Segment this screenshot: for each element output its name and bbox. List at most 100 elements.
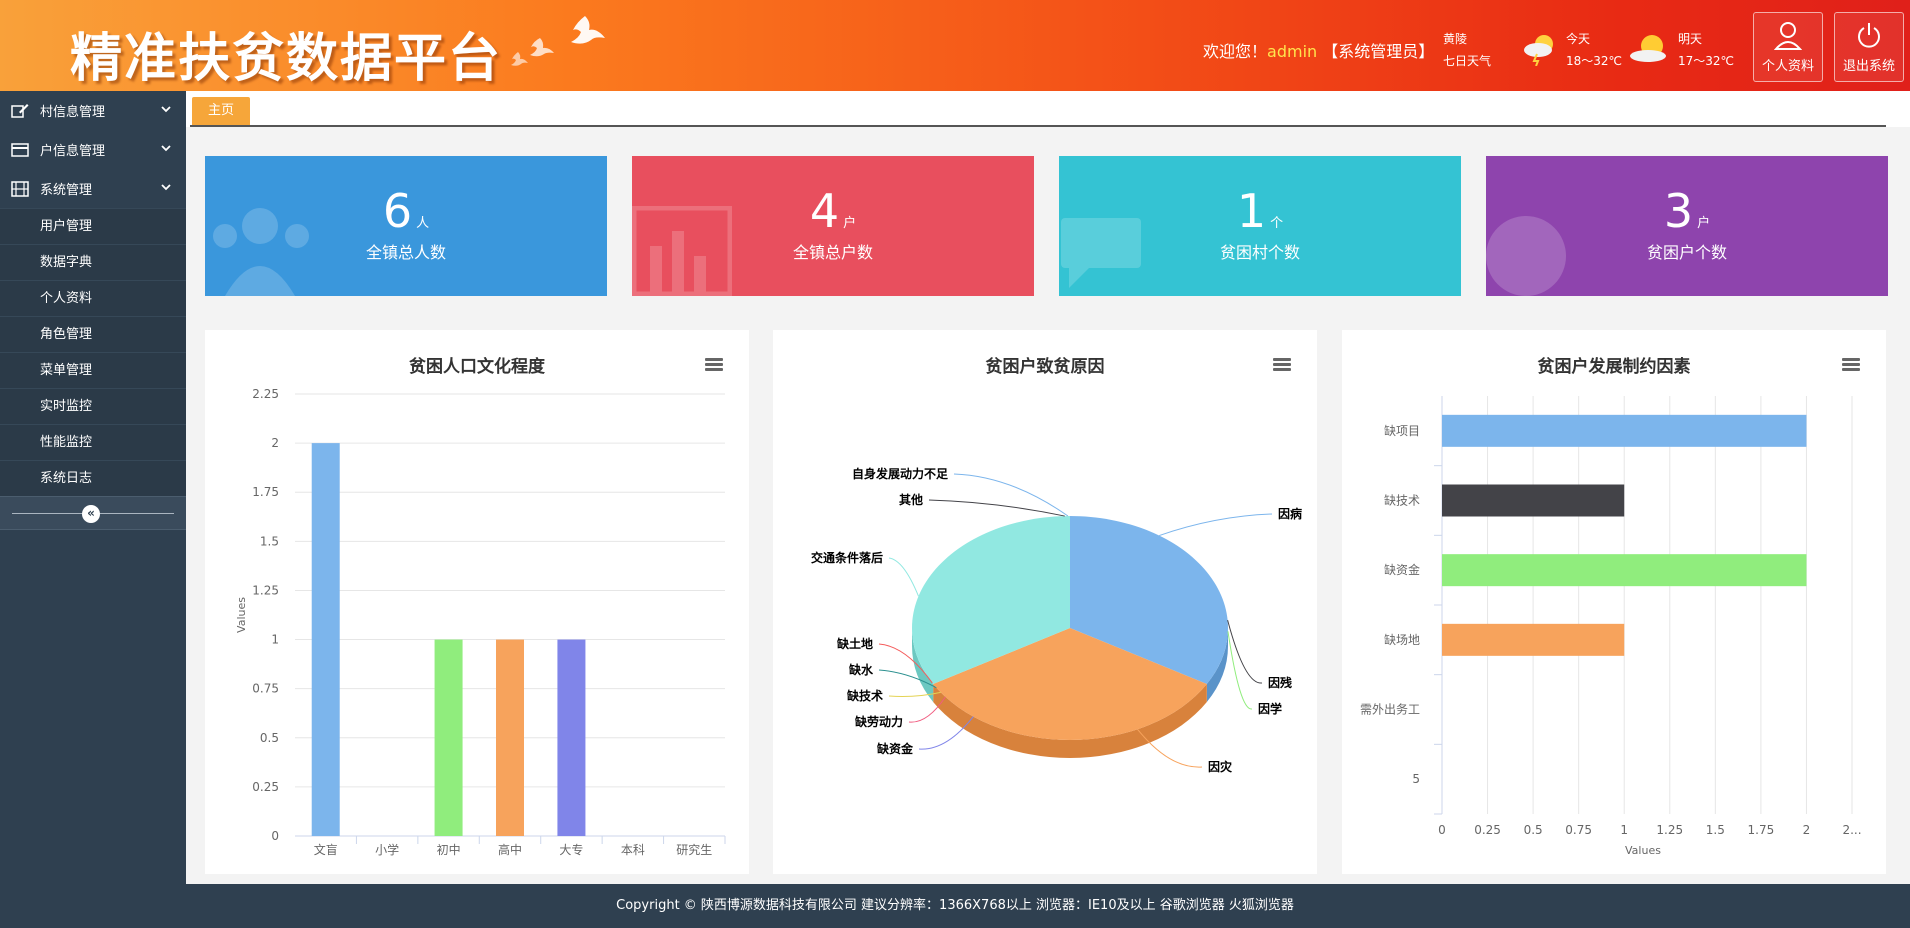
user-role: 【系统管理员】 bbox=[1322, 42, 1435, 61]
sidebar-item-system-log[interactable]: 系统日志 bbox=[0, 460, 186, 496]
bar bbox=[434, 639, 463, 836]
y-tick-label: 2.25 bbox=[252, 387, 279, 401]
x-tick-label: 1 bbox=[1620, 823, 1628, 837]
stat-value: 1个 bbox=[1059, 184, 1461, 238]
profile-button[interactable]: 个人资料 bbox=[1753, 12, 1823, 82]
sidebar: 村信息管理 户信息管理 系统管理 用户管理 数据字典 个人资料 角色管理 菜单管… bbox=[0, 91, 186, 884]
sidebar-item-realtime-monitor[interactable]: 实时监控 bbox=[0, 388, 186, 424]
stat-number: 3 bbox=[1663, 184, 1694, 238]
x-tick-label: 本科 bbox=[621, 843, 645, 857]
x-tick-label: 研究生 bbox=[676, 842, 712, 857]
chart-panel-causes: 贫困户致贫原因 因病 因残 因学 因灾 缺资金 缺劳动力 缺技术 缺水 缺土地 交通条件落后 其他自… bbox=[773, 330, 1317, 874]
y-tick-label: 2 bbox=[271, 436, 279, 450]
username: admin bbox=[1267, 42, 1318, 61]
edit-icon bbox=[10, 103, 30, 119]
footer: Copyright © 陕西博源数据科技有限公司 建议分辨率：1366X768以… bbox=[0, 884, 1910, 928]
pie-label: 因学 bbox=[1258, 701, 1282, 716]
weather-7day-link[interactable]: 七日天气 bbox=[1443, 50, 1491, 72]
x-tick-label: 初中 bbox=[437, 842, 461, 857]
menu-household-info-label: 户信息管理 bbox=[40, 144, 106, 159]
pie-label: 因残 bbox=[1268, 675, 1292, 690]
weather-today-label: 今天 bbox=[1566, 32, 1591, 46]
chart-panel-education: 贫困人口文化程度 0 0.25 0.5 0.75 1 1.25 1.5 1.75 2 2.25 文盲… bbox=[205, 330, 749, 874]
sidebar-item-performance-monitor[interactable]: 性能监控 bbox=[0, 424, 186, 460]
pie-label: 缺劳动力 bbox=[855, 714, 903, 729]
y-tick-label: 1.25 bbox=[252, 583, 279, 597]
x-tick-label: 0 bbox=[1438, 823, 1446, 837]
welcome-prefix: 欢迎您！ bbox=[1203, 42, 1268, 61]
sidebar-item-data-dictionary[interactable]: 数据字典 bbox=[0, 244, 186, 280]
bar bbox=[1442, 623, 1625, 656]
y-tick-label: 1 bbox=[271, 633, 279, 647]
weather-city: 黄陵 bbox=[1443, 32, 1468, 46]
bar bbox=[311, 443, 340, 836]
y-tick-label: 缺资金 bbox=[1384, 562, 1420, 577]
menu-village-info[interactable]: 村信息管理 bbox=[0, 91, 186, 130]
logout-button[interactable]: 退出系统 bbox=[1834, 12, 1904, 82]
pie-label: 缺资金 bbox=[877, 741, 914, 756]
tab-bar: 主页 bbox=[186, 91, 1910, 127]
pie-label: 缺技术 bbox=[847, 688, 883, 703]
tab-home[interactable]: 主页 bbox=[192, 97, 250, 125]
constraints-bar-chart: 0 0.25 0.5 0.75 1 1.25 1.5 1.75 2 2... 缺项目缺技术缺资金缺场… bbox=[1360, 396, 1862, 857]
sidebar-item-user-management[interactable]: 用户管理 bbox=[0, 208, 186, 244]
logout-button-label: 退出系统 bbox=[1842, 59, 1895, 74]
pie-label: 其他 bbox=[899, 492, 923, 507]
pie-leader-line bbox=[1159, 513, 1273, 537]
y-tick-label: 1.5 bbox=[260, 534, 279, 548]
pie-label: 因灾 bbox=[1208, 759, 1233, 774]
sidebar-collapse-button[interactable]: « bbox=[82, 505, 100, 523]
x-tick-label: 高中 bbox=[498, 842, 522, 857]
bar bbox=[1442, 414, 1807, 447]
bar bbox=[1442, 484, 1625, 517]
stat-card-total-households: 4户 全镇总户数 bbox=[632, 156, 1034, 296]
y-tick-label: 1.75 bbox=[252, 485, 279, 499]
chart-panel-constraints: 贫困户发展制约因素 0 0.25 0.5 0.75 1 1.25 1.5 1.75 2 2... 缺… bbox=[1342, 330, 1886, 874]
sidebar-collapse-bar: « bbox=[0, 496, 186, 530]
weather-tomorrow-label: 明天 bbox=[1678, 32, 1703, 46]
y-tick-label: 0.75 bbox=[252, 682, 279, 696]
bar bbox=[496, 639, 524, 836]
x-tick-label: 2... bbox=[1842, 823, 1861, 837]
app-root: 精准扶贫数据平台 欢迎您！admin 【系统管理员】 黄陵 七日天气 今天 18… bbox=[0, 0, 1910, 928]
y-tick-label: 0.5 bbox=[260, 731, 279, 745]
stat-label: 全镇总户数 bbox=[792, 243, 873, 262]
weather-tomorrow-temp: 17～32℃ bbox=[1678, 54, 1735, 68]
pie-leader-line bbox=[1227, 631, 1253, 710]
doves-logo-icon bbox=[511, 16, 605, 66]
y-tick-label: 0.25 bbox=[252, 780, 279, 794]
causes-pie-chart: 因病因残因学因灾 缺资金 缺劳动力 缺技术 缺水 缺土地 交通条件落后 其他 自身发展动力不足 bbox=[811, 466, 1302, 774]
y-tick-label: 缺场地 bbox=[1384, 632, 1420, 647]
stat-label: 贫困村个数 bbox=[1219, 243, 1300, 262]
x-tick-label: 小学 bbox=[375, 842, 399, 857]
x-tick-label: 1.25 bbox=[1656, 823, 1683, 837]
pie-leader-line bbox=[928, 499, 1065, 517]
bar bbox=[1442, 554, 1807, 587]
sidebar-item-menu-management[interactable]: 菜单管理 bbox=[0, 352, 186, 388]
stat-label: 贫困户个数 bbox=[1646, 243, 1727, 262]
film-icon bbox=[10, 180, 30, 197]
pie-label: 自身发展动力不足 bbox=[852, 466, 948, 481]
tab-underline bbox=[190, 125, 1886, 127]
x-tick-label: 2 bbox=[1803, 823, 1811, 837]
user-icon bbox=[1774, 22, 1802, 50]
sidebar-item-profile[interactable]: 个人资料 bbox=[0, 280, 186, 316]
stat-unit: 户 bbox=[843, 216, 857, 231]
x-tick-label: 0.5 bbox=[1524, 823, 1543, 837]
pie-label: 缺水 bbox=[849, 662, 874, 677]
menu-household-info[interactable]: 户信息管理 bbox=[0, 130, 186, 169]
menu-system-management-label: 系统管理 bbox=[40, 183, 93, 198]
platform-title: 精准扶贫数据平台 bbox=[70, 28, 503, 89]
y-axis-label: Values bbox=[235, 597, 248, 633]
stat-value: 6人 bbox=[205, 184, 607, 238]
stat-value: 4户 bbox=[632, 184, 1034, 238]
menu-system-management[interactable]: 系统管理 bbox=[0, 169, 186, 208]
partly-cloudy-weather-icon bbox=[1630, 35, 1666, 62]
pie-leader-line bbox=[953, 473, 1069, 517]
x-tick-label: 0.25 bbox=[1474, 823, 1501, 837]
stat-number: 6 bbox=[382, 184, 413, 238]
stat-unit: 个 bbox=[1270, 216, 1284, 231]
profile-button-label: 个人资料 bbox=[1761, 59, 1814, 74]
chevron-down-icon bbox=[161, 106, 171, 113]
sidebar-item-role-management[interactable]: 角色管理 bbox=[0, 316, 186, 352]
